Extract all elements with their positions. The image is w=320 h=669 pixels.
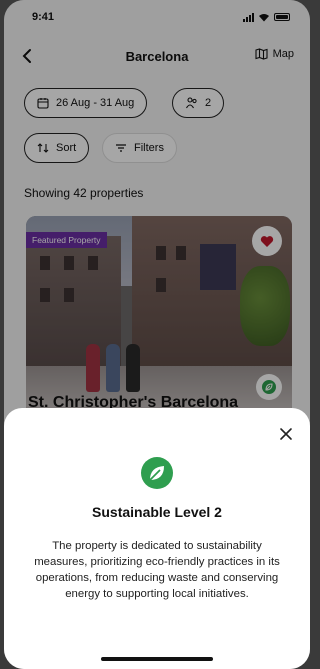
cellular-signal-icon: [243, 12, 254, 22]
filter-icon: [116, 144, 126, 152]
bottom-sheet: Sustainable Level 2 The property is dedi…: [4, 408, 310, 669]
featured-badge: Featured Property: [26, 232, 107, 248]
map-icon: [255, 48, 268, 60]
guests-chip[interactable]: 2: [172, 88, 225, 118]
filters-label: Filters: [134, 142, 164, 154]
guests-count: 2: [205, 97, 212, 109]
results-count: Showing 42 properties: [24, 186, 144, 200]
sort-button[interactable]: Sort: [24, 133, 90, 163]
sheet-description: The property is dedicated to sustainabil…: [34, 540, 280, 600]
sort-icon: [37, 143, 49, 153]
filters-button[interactable]: Filters: [102, 133, 177, 163]
calendar-icon: [37, 98, 49, 109]
leaf-icon: [262, 380, 276, 394]
status-icons: [243, 12, 290, 22]
map-button[interactable]: Map: [255, 48, 294, 60]
sustainability-leaf-icon: [141, 457, 173, 489]
property-card[interactable]: Featured Property: [26, 216, 292, 416]
date-range-chip[interactable]: 26 Aug - 31 Aug: [24, 88, 148, 118]
battery-icon: [274, 13, 290, 21]
back-arrow-icon[interactable]: [18, 46, 38, 66]
navbar: Barcelona Map: [4, 40, 310, 72]
status-time: 9:41: [32, 11, 55, 23]
phone-screen: 9:41 Barcelona Map 26 Aug - 31 Aug 2 Sor…: [4, 0, 310, 669]
status-bar: 9:41: [4, 0, 310, 34]
date-range-label: 26 Aug - 31 Aug: [56, 97, 135, 109]
sheet-title: Sustainable Level 2: [92, 504, 222, 520]
guests-icon: [186, 97, 197, 109]
home-indicator[interactable]: [101, 657, 213, 661]
favorite-button[interactable]: [252, 226, 282, 256]
map-label: Map: [272, 48, 294, 60]
page-title: Barcelona: [125, 48, 189, 64]
wifi-icon: [259, 13, 269, 21]
sort-label: Sort: [56, 142, 77, 154]
close-icon[interactable]: [276, 424, 296, 444]
sustainability-badge[interactable]: [256, 374, 282, 400]
heart-icon: [260, 235, 274, 247]
